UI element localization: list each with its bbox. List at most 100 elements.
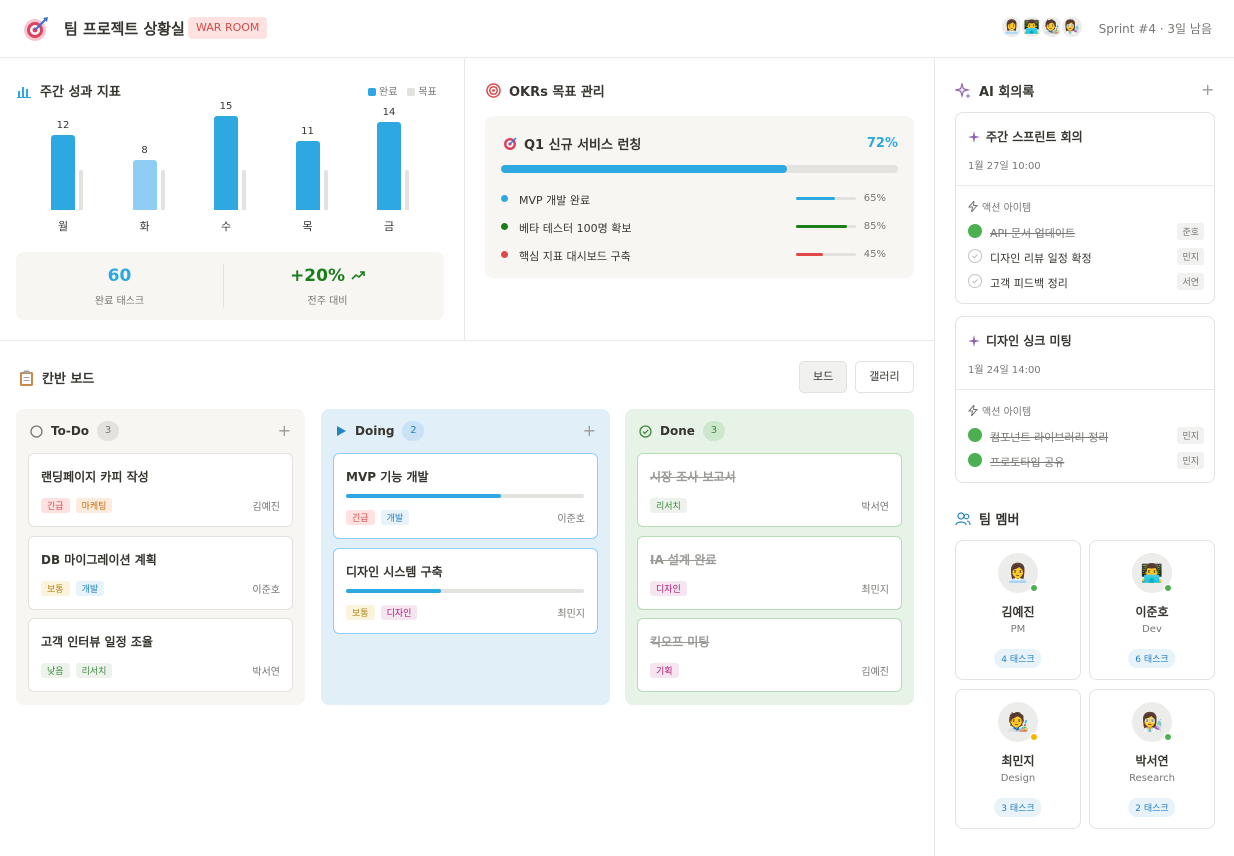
category-tag: 개발 <box>380 510 410 525</box>
status-dot <box>501 223 508 230</box>
task-card[interactable]: IA 설계 완료 디자인 최민지 <box>637 536 902 610</box>
meeting-title: 디자인 싱크 미팅 <box>968 332 1072 349</box>
action-text: 컴포넌트 라이브러리 정리 <box>990 431 1109 444</box>
member-card[interactable]: 👨‍💻 이준호 Dev 6 태스크 <box>1089 540 1215 680</box>
kanban-column-done: Done 3 시장 조사 보고서 리서치 박서연 IA 설계 완료 디자인 최민… <box>625 409 914 705</box>
data-label: 11 <box>301 126 314 138</box>
divider <box>956 185 1214 186</box>
clipboard-icon <box>18 370 34 386</box>
card-owner: 이준호 <box>557 514 585 525</box>
action-item[interactable]: 프로토타입 공유 민지 <box>968 452 1204 470</box>
stat-value: +20% <box>224 266 431 286</box>
card-owner: 이준호 <box>252 585 280 596</box>
member-name: 이준호 <box>1135 605 1169 619</box>
bar-goal <box>323 169 328 210</box>
key-result-progress-bar <box>796 197 856 200</box>
column-header: Done 3 <box>639 421 725 441</box>
sparkle-icon <box>968 334 980 347</box>
meeting-card[interactable]: 주간 스프린트 회의 1월 27일 10:00 액션 아이템 API 문서 업데… <box>955 112 1215 304</box>
stat-label: 전주 대비 <box>307 296 348 307</box>
tab-gallery[interactable]: 갤러리 <box>855 361 914 393</box>
action-item[interactable]: 컴포넌트 라이브러리 정리 민지 <box>968 427 1204 445</box>
assignee-chip: 준호 <box>1177 223 1204 240</box>
add-card-button[interactable]: + <box>278 421 291 440</box>
bar-chart-icon <box>16 83 32 99</box>
bar-done[interactable] <box>214 116 238 210</box>
progress-fill <box>796 253 823 256</box>
view-switcher: 보드 갤러리 <box>799 361 914 393</box>
task-count-badge: 4 태스크 <box>994 649 1042 668</box>
data-label: 12 <box>56 119 70 131</box>
checkbox-checked[interactable] <box>968 428 982 442</box>
bar-done[interactable] <box>132 159 157 210</box>
kanban-title: 칸반 보드 <box>18 368 94 387</box>
status-dot <box>1164 733 1172 741</box>
meeting-title: 주간 스프린트 회의 <box>968 128 1083 145</box>
action-text: API 문서 업데이트 <box>990 227 1076 240</box>
x-tick-label: 목 <box>302 220 313 233</box>
team-avatar-stack[interactable]: 👩‍💼 👨‍💻 🧑‍🎨 👩‍🔬 <box>1000 15 1084 41</box>
key-result-percent: 65% <box>863 193 886 204</box>
bar-done[interactable] <box>51 134 75 210</box>
section-heading: 주간 성과 지표 <box>40 85 121 100</box>
objective-card[interactable]: Q1 신규 서비스 런칭 72% MVP 개발 완료 65% 베타 테스터 10… <box>485 116 914 278</box>
add-meeting-button[interactable]: + <box>1201 80 1214 99</box>
task-card[interactable]: 고객 인터뷰 일정 조율 낮음 리서치 박서연 <box>28 618 293 692</box>
avatar[interactable]: 👩‍🔬 <box>1060 15 1084 39</box>
section-heading: OKRs 목표 관리 <box>509 85 605 100</box>
task-card[interactable]: 랜딩페이지 카피 작성 긴급 마케팅 김예진 <box>28 453 293 527</box>
category-tag: 기획 <box>650 663 679 678</box>
key-result-label: MVP 개발 완료 <box>519 194 591 207</box>
card-owner: 김예진 <box>252 502 280 513</box>
member-card[interactable]: 👩‍💼 김예진 PM 4 태스크 <box>955 540 1081 680</box>
meeting-card[interactable]: 디자인 싱크 미팅 1월 24일 14:00 액션 아이템 컴포넌트 라이브러리… <box>955 316 1215 483</box>
lightning-icon <box>968 201 978 212</box>
member-card[interactable]: 👩‍🔬 박서연 Research 2 태스크 <box>1089 689 1215 829</box>
task-card[interactable]: DB 마이그레이션 계획 보통 개발 이준호 <box>28 536 293 610</box>
progress-fill <box>796 225 847 228</box>
action-text: 고객 피드백 정리 <box>990 277 1068 290</box>
tab-board[interactable]: 보드 <box>799 361 848 393</box>
users-icon <box>955 511 971 527</box>
checkbox-unchecked[interactable] <box>968 274 982 288</box>
divider <box>956 389 1214 390</box>
app-header: 팀 프로젝트 상황실 WAR ROOM 👩‍💼 👨‍💻 🧑‍🎨 👩‍🔬 Spri… <box>0 0 1234 58</box>
bar-goal <box>160 169 165 210</box>
task-card[interactable]: MVP 기능 개발 긴급 개발 이준호 <box>333 453 598 539</box>
column-title: Doing <box>355 424 395 438</box>
x-tick-label: 수 <box>220 220 232 233</box>
assignee-chip: 민지 <box>1177 427 1204 444</box>
divider <box>0 340 934 341</box>
task-card[interactable]: 디자인 시스템 구축 보통 디자인 최민지 <box>333 548 598 634</box>
progress-fill <box>501 165 787 173</box>
card-owner: 박서연 <box>252 667 280 678</box>
checkbox-unchecked[interactable] <box>968 249 982 263</box>
member-role: Dev <box>1142 624 1162 635</box>
card-owner: 김예진 <box>861 667 889 678</box>
task-count-badge: 3 태스크 <box>994 798 1042 817</box>
stat-value: 60 <box>107 266 132 286</box>
progress-fill <box>346 589 442 593</box>
category-tag: 마케팅 <box>75 498 113 513</box>
priority-tag: 긴급 <box>41 498 70 513</box>
bar-done[interactable] <box>295 141 320 210</box>
member-name: 최민지 <box>1001 754 1035 768</box>
status-dot <box>1164 584 1172 592</box>
checkbox-checked[interactable] <box>968 224 982 238</box>
task-card[interactable]: 시장 조사 보고서 리서치 박서연 <box>637 453 902 527</box>
category-tag: 리서치 <box>650 498 687 513</box>
add-card-button[interactable]: + <box>583 421 596 440</box>
member-card[interactable]: 🧑‍🎨 최민지 Design 3 태스크 <box>955 689 1081 829</box>
target-icon <box>504 137 517 150</box>
category-tag: 리서치 <box>75 663 113 678</box>
action-item[interactable]: API 문서 업데이트 준호 <box>968 223 1204 241</box>
task-card[interactable]: 킥오프 미팅 기획 김예진 <box>637 618 902 692</box>
section-heading: 칸반 보드 <box>42 372 95 387</box>
key-result-item: 베타 테스터 100명 확보 85% <box>501 218 898 236</box>
action-item[interactable]: 고객 피드백 정리 서연 <box>968 273 1204 291</box>
meeting-date: 1월 24일 14:00 <box>968 365 1041 376</box>
meeting-date: 1월 27일 10:00 <box>968 161 1041 172</box>
checkbox-checked[interactable] <box>968 453 982 467</box>
action-item[interactable]: 디자인 리뷰 일정 확정 민지 <box>968 248 1204 266</box>
bar-done[interactable] <box>377 122 401 210</box>
